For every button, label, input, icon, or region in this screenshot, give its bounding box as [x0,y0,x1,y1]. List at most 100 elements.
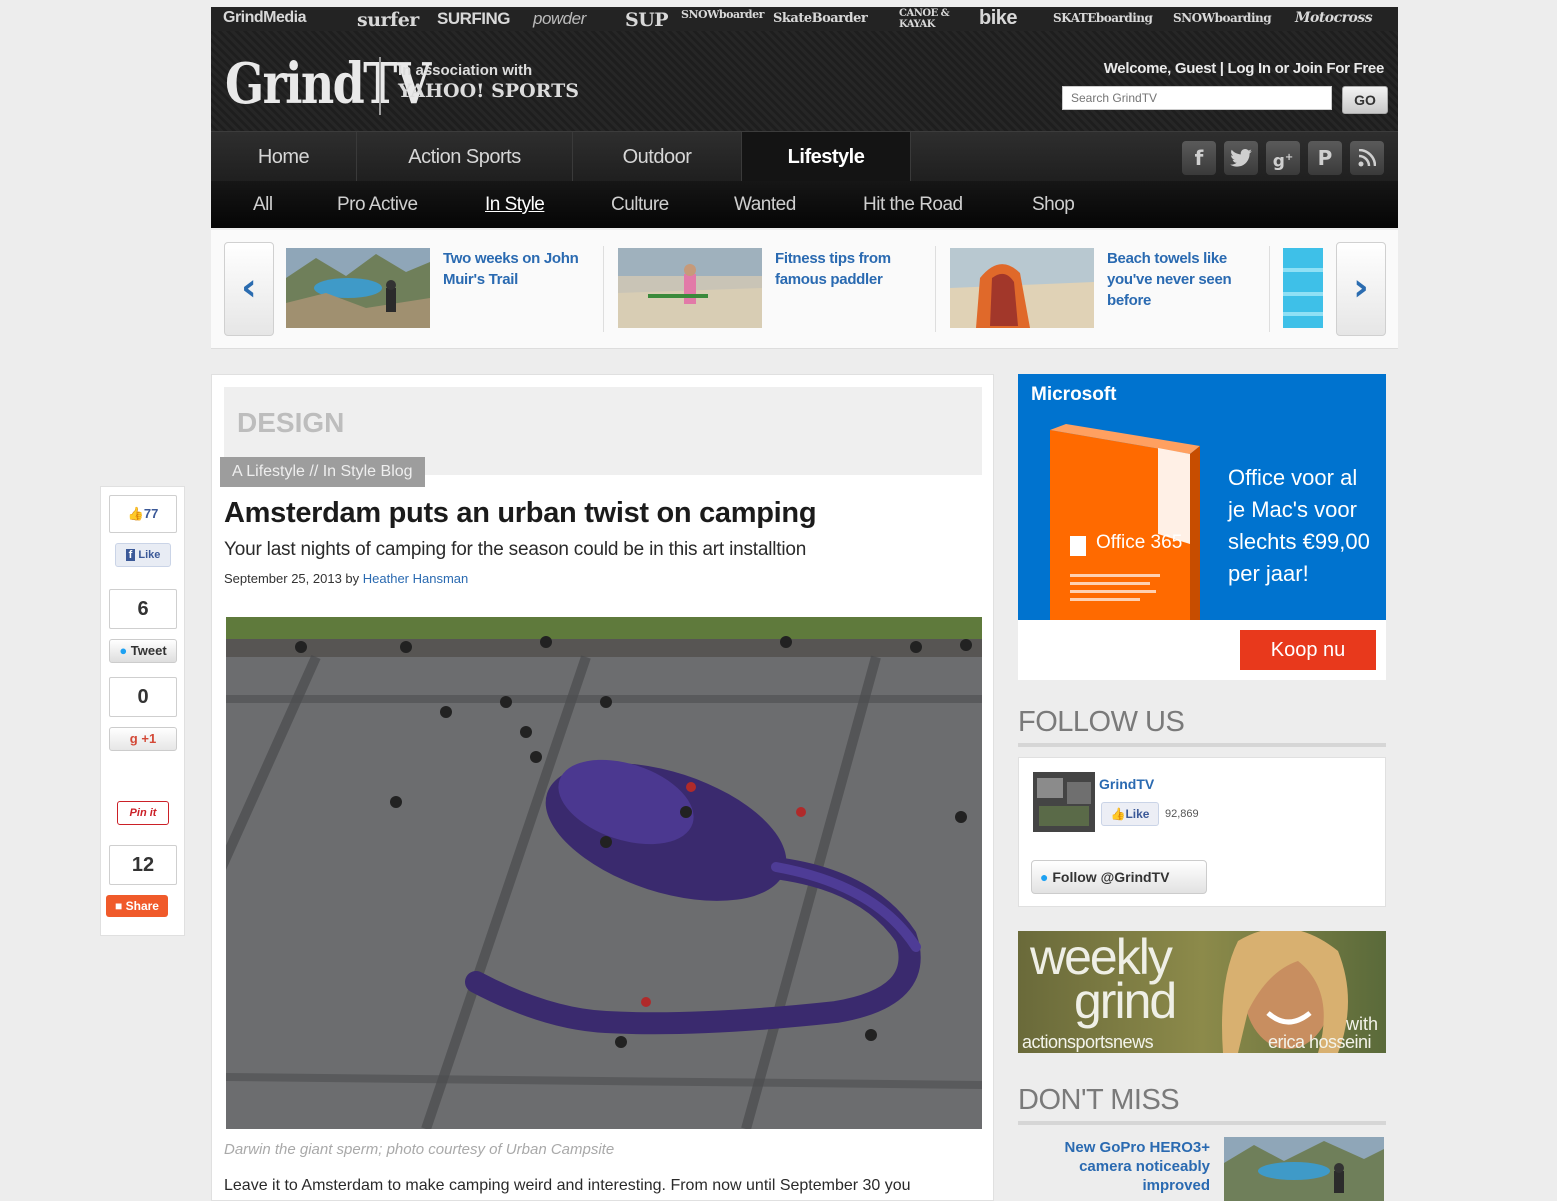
carousel-prev-button[interactable]: ‹ [224,242,274,336]
tab-action-sports[interactable]: Action Sports [357,132,573,182]
twitter-bird-icon: ● [119,643,128,658]
grind-title: grind [1074,973,1177,1029]
logo-divider [379,57,381,115]
hero-image[interactable] [226,617,982,1129]
network-link-snowboarder[interactable]: SNOWboarder [681,9,764,20]
twitter-bird-icon: ● [1040,869,1049,885]
carousel-next-button[interactable]: › [1336,242,1386,336]
network-link-canoe-kayak[interactable]: CANOE & KAYAK [899,8,957,30]
thumbs-up-icon: 👍 [127,506,144,521]
follow-box: GrindTV 👍Like 92,869 ● Follow @GrindTV [1018,757,1386,907]
network-link-motocross[interactable]: Motocross [1295,10,1373,26]
carousel-thumb-paddler[interactable] [618,248,762,328]
facebook-like-button-sidebar[interactable]: 👍Like [1101,802,1159,826]
ad-copy: Office voor al je Mac's voor slechts €99… [1228,465,1370,586]
dont-miss-thumb[interactable] [1224,1137,1384,1201]
dont-miss-link[interactable]: New GoPro HERO3+ camera noticeably impro… [1022,1138,1210,1195]
google-icon: g [129,731,138,746]
pinterest-icon[interactable]: P [1308,141,1342,175]
byline: September 25, 2013 by Heather Hansman [224,571,468,586]
sub-nav: All Pro Active In Style Culture Wanted H… [211,181,1398,228]
share-count: 12 [109,845,177,885]
subnav-hit-the-road[interactable]: Hit the Road [863,181,963,228]
search-go-button[interactable]: GO [1342,86,1388,114]
advertisement[interactable]: Microsoft Office 365 Office voor al je M… [1018,374,1386,680]
ad-brand: Microsoft [1031,384,1117,405]
publish-date: September 25, 2013 by [224,571,363,586]
article-headline: Amsterdam puts an urban twist on camping [224,497,817,529]
carousel-thumb-trail[interactable] [286,248,430,328]
network-link-snowboarding[interactable]: SNOWboarding [1173,11,1272,25]
like-label: Like [1125,807,1150,821]
weekly-host: erica hosseini [1268,1032,1372,1052]
google-plus-count: 0 [109,677,177,717]
article-subheadline: Your last nights of camping for the seas… [224,539,807,560]
network-link-sup[interactable]: SUP [625,9,669,31]
facebook-icon: f [125,549,136,561]
tab-outdoor[interactable]: Outdoor [573,132,742,182]
google-plus-icon[interactable]: g+ [1266,141,1300,175]
image-caption: Darwin the giant sperm; photo courtesy o… [224,1141,615,1158]
welcome-login-text[interactable]: Welcome, Guest | Log In or Join For Free [1104,60,1385,77]
like-label: Like [138,549,161,561]
subnav-culture[interactable]: Culture [611,181,669,228]
like-count: 77 [143,506,159,521]
thumbs-up-icon: 👍 [1110,807,1126,821]
share-button[interactable]: ■ Share [106,895,168,917]
subnav-in-style[interactable]: In Style [485,181,545,228]
section-label: DESIGN [237,407,345,438]
partner-logo: YAHOO! SPORTS [398,80,579,102]
grindtv-page-thumb[interactable] [1033,772,1095,832]
network-link-skateboarding[interactable]: SKATEboarding [1053,11,1153,25]
follow-us-heading: FOLLOW US [1018,706,1386,747]
author-link[interactable]: Heather Hansman [363,571,469,586]
carousel-item-title[interactable]: Fitness tips from famous paddler [775,248,915,290]
ad-cta-button[interactable]: Koop nu [1240,630,1376,670]
facebook-icon[interactable]: f [1182,141,1216,175]
subnav-all[interactable]: All [253,181,273,228]
tab-lifestyle[interactable]: Lifestyle [742,132,911,182]
carousel-item-title[interactable]: Beach towels like you've never seen befo… [1107,248,1257,311]
article: DESIGN A Lifestyle // In Style Blog Amst… [211,374,994,1201]
carousel-thumb-partial[interactable] [1283,248,1323,328]
facebook-page-name[interactable]: GrindTV [1099,776,1154,792]
pin-it-button[interactable]: Pin it [117,801,169,825]
network-link-bike[interactable]: bike [979,7,1018,30]
tweet-count: 6 [109,589,177,629]
category-tag[interactable]: A Lifestyle // In Style Blog [220,457,425,487]
subnav-wanted[interactable]: Wanted [734,181,796,228]
plus-one-label: +1 [141,731,157,746]
facebook-like-count: 👍77 [109,495,177,533]
search-input[interactable] [1062,86,1332,110]
twitter-follow-label: Follow @GrindTV [1052,869,1170,885]
tab-home[interactable]: Home [211,132,357,182]
twitter-icon[interactable] [1224,141,1258,175]
network-link-grindmedia[interactable]: GrindMedia [223,9,307,27]
dont-miss-heading: DON'T MISS [1018,1084,1386,1125]
share-icon: ■ [115,899,123,913]
ad-product-name: Office 365 [1096,532,1183,553]
google-plus-one-button[interactable]: g +1 [109,727,177,751]
carousel-divider [603,246,604,332]
carousel-thumb-towels[interactable] [950,248,1094,328]
carousel-item-title[interactable]: Two weeks on John Muir's Trail [443,248,583,290]
subnav-pro-active[interactable]: Pro Active [337,181,418,228]
network-bar: GrindMedia surfer SURFING powder SUP SNO… [211,7,1398,32]
featured-carousel: ‹ Two weeks on John Muir's Trail Fitness… [211,230,1398,349]
share-bar: 👍77 f Like 6 ● Tweet 0 g +1 Pin it 12 ■ … [100,486,185,936]
share-label: Share [125,899,159,913]
weekly-subtitle: actionsportsnews [1022,1032,1154,1052]
brand-row: GrindTV In association with YAHOO! SPORT… [211,31,1398,131]
network-link-skateboarder[interactable]: SkateBoarder [773,11,868,26]
carousel-divider [935,246,936,332]
network-link-surfing[interactable]: SURFING [437,9,511,29]
network-link-powder[interactable]: powder [533,9,586,29]
twitter-follow-button[interactable]: ● Follow @GrindTV [1031,860,1207,894]
tweet-button[interactable]: ● Tweet [109,639,177,663]
facebook-like-button[interactable]: f Like [115,543,171,567]
rss-icon[interactable] [1350,141,1384,175]
network-link-surfer[interactable]: surfer [357,9,419,31]
subnav-shop[interactable]: Shop [1032,181,1075,228]
facebook-like-count: 92,869 [1165,808,1199,820]
site-header: GrindMedia surfer SURFING powder SUP SNO… [211,7,1398,228]
